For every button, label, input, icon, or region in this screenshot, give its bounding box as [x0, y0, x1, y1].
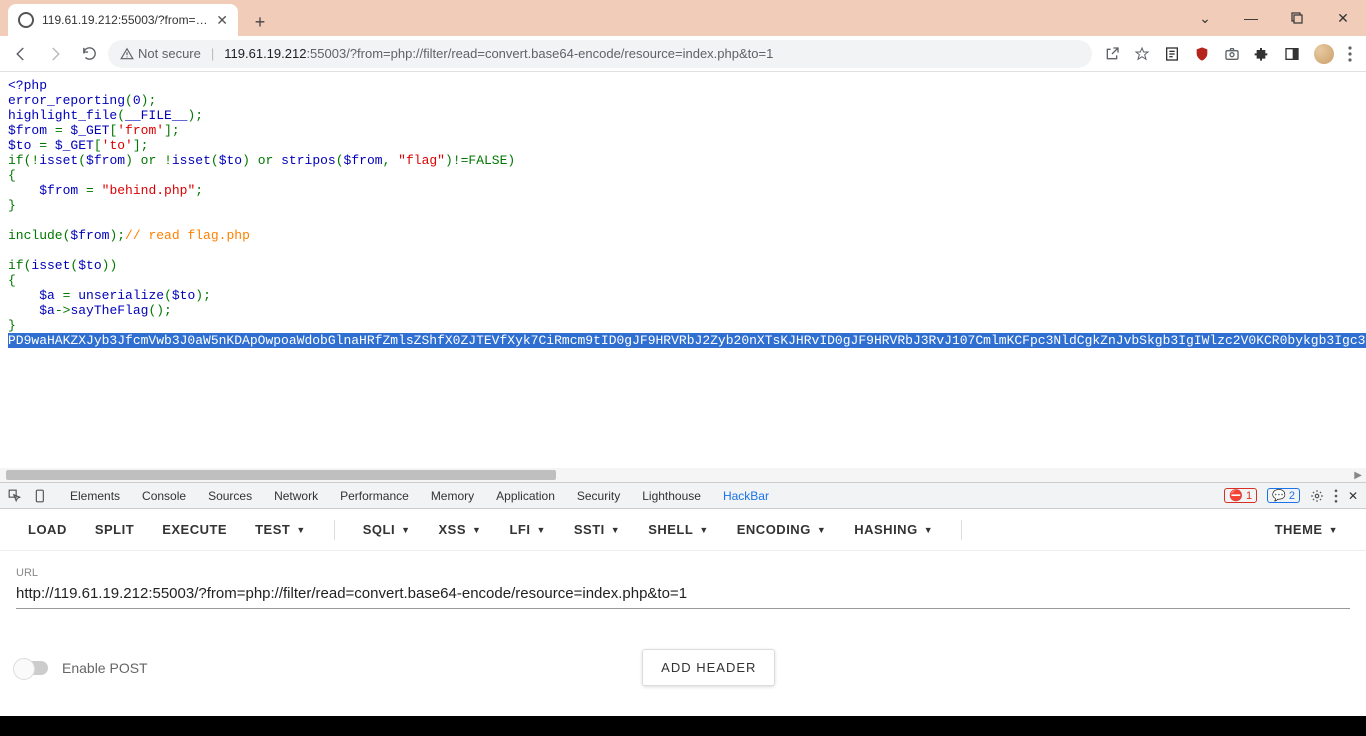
back-button[interactable] — [6, 39, 36, 69]
devtools-tab-lighthouse[interactable]: Lighthouse — [642, 489, 701, 503]
scrollbar-thumb[interactable] — [6, 470, 556, 480]
devtools-tab-application[interactable]: Application — [496, 489, 555, 503]
reader-icon[interactable] — [1164, 46, 1180, 62]
chevron-down-icon: ▼ — [536, 525, 545, 535]
menu-icon[interactable] — [1348, 46, 1352, 62]
forward-button[interactable] — [40, 39, 70, 69]
tab-title: 119.61.19.212:55003/?from=php — [42, 13, 208, 27]
kebab-icon[interactable] — [1334, 489, 1338, 503]
chevron-down-icon: ▼ — [401, 525, 410, 535]
hackbar-load-button[interactable]: LOAD — [28, 522, 67, 537]
chevron-down-icon: ▼ — [472, 525, 481, 535]
hackbar-hashing-button[interactable]: HASHING▼ — [854, 522, 933, 537]
devtools-tab-elements[interactable]: Elements — [70, 489, 120, 503]
globe-icon — [18, 12, 34, 28]
hackbar-lfi-button[interactable]: LFI▼ — [509, 522, 545, 537]
add-header-container: ADD HEADER — [642, 649, 775, 686]
browser-tab[interactable]: 119.61.19.212:55003/?from=php ✕ — [8, 4, 238, 36]
chevron-down-icon: ▼ — [699, 525, 708, 535]
url-input[interactable] — [16, 579, 1350, 609]
devtools-tab-memory[interactable]: Memory — [431, 489, 474, 503]
inspect-icon[interactable] — [8, 489, 22, 503]
window-minimize-button[interactable]: — — [1228, 0, 1274, 36]
devtools-tab-security[interactable]: Security — [577, 489, 620, 503]
warning-icon — [120, 47, 134, 61]
extension-icons — [1096, 44, 1360, 64]
chevron-down-icon: ▼ — [924, 525, 933, 535]
device-icon[interactable] — [34, 489, 48, 503]
hackbar-encoding-button[interactable]: ENCODING▼ — [737, 522, 826, 537]
chevron-down-icon: ▼ — [817, 525, 826, 535]
devtools-tab-network[interactable]: Network — [274, 489, 318, 503]
window-controls: ⌄ — ✕ — [1182, 0, 1366, 36]
devtools-tab-console[interactable]: Console — [142, 489, 186, 503]
gear-icon[interactable] — [1310, 489, 1324, 503]
hackbar-xss-button[interactable]: XSS▼ — [439, 522, 482, 537]
window-close-button[interactable]: ✕ — [1320, 0, 1366, 36]
add-header-button[interactable]: ADD HEADER — [642, 649, 775, 686]
chevron-down-icon: ▼ — [611, 525, 620, 535]
address-bar[interactable]: Not secure | 119.61.19.212:55003/?from=p… — [108, 40, 1092, 68]
info-badge[interactable]: 💬2 — [1267, 488, 1300, 503]
php-source: <?php error_reporting(0); highlight_file… — [0, 72, 1366, 354]
not-secure-warning: Not secure — [120, 46, 201, 61]
scrollbar-arrow-icon[interactable]: ▶ — [1354, 470, 1362, 481]
close-icon[interactable]: ✕ — [216, 12, 228, 29]
horizontal-scrollbar[interactable]: ▶ — [0, 468, 1366, 482]
devtools-tabs: Elements Console Sources Network Performance… — [0, 483, 1366, 509]
separator: | — [211, 46, 214, 61]
enable-post-label: Enable POST — [62, 660, 148, 676]
theme-dropdown[interactable]: THEME▼ — [1275, 522, 1338, 537]
hackbar-ssti-button[interactable]: SSTI▼ — [574, 522, 620, 537]
side-panel-icon[interactable] — [1284, 46, 1300, 62]
url-label: URL — [16, 567, 1350, 579]
divider — [334, 520, 335, 540]
devtools-panel: Elements Console Sources Network Performance… — [0, 482, 1366, 696]
close-icon[interactable]: ✕ — [1348, 489, 1358, 503]
chevron-down-icon[interactable]: ⌄ — [1182, 0, 1228, 36]
hackbar-toolbar: LOAD SPLIT EXECUTE TEST▼ SQLI▼ XSS▼ LFI▼ SSTI▼ S… — [0, 509, 1366, 551]
hackbar-execute-button[interactable]: EXECUTE — [162, 522, 227, 537]
hackbar-body: URL Enable POST ADD HEADER — [0, 551, 1366, 696]
chevron-down-icon: ▼ — [296, 525, 305, 535]
window-maximize-button[interactable] — [1274, 0, 1320, 36]
camera-icon[interactable] — [1224, 46, 1240, 62]
profile-avatar[interactable] — [1314, 44, 1334, 64]
hackbar-sqli-button[interactable]: SQLI▼ — [363, 522, 411, 537]
hackbar-split-button[interactable]: SPLIT — [95, 522, 134, 537]
not-secure-text: Not secure — [138, 46, 201, 61]
devtools-tab-performance[interactable]: Performance — [340, 489, 409, 503]
url-text: 119.61.19.212:55003/?from=php://filter/r… — [224, 46, 773, 61]
reload-button[interactable] — [74, 39, 104, 69]
new-tab-button[interactable]: + — [246, 8, 274, 36]
devtools-tab-sources[interactable]: Sources — [208, 489, 252, 503]
taskbar — [0, 716, 1366, 736]
enable-post-toggle[interactable] — [16, 661, 48, 675]
page-content: <?php error_reporting(0); highlight_file… — [0, 72, 1366, 468]
browser-toolbar: Not secure | 119.61.19.212:55003/?from=p… — [0, 36, 1366, 72]
star-icon[interactable] — [1134, 46, 1150, 62]
share-icon[interactable] — [1104, 46, 1120, 62]
error-badge[interactable]: ⛔1 — [1224, 488, 1257, 503]
divider — [961, 520, 962, 540]
shield-icon[interactable] — [1194, 46, 1210, 62]
extensions-icon[interactable] — [1254, 46, 1270, 62]
window-titlebar: 119.61.19.212:55003/?from=php ✕ + ⌄ — ✕ — [0, 0, 1366, 36]
devtools-tab-hackbar[interactable]: HackBar — [723, 489, 769, 503]
hackbar-test-button[interactable]: TEST▼ — [255, 522, 306, 537]
hackbar-shell-button[interactable]: SHELL▼ — [648, 522, 709, 537]
selected-base64-output: PD9waHAKZXJyb3JfcmVwb3J0aW5nKDApOwpoaWdo… — [8, 333, 1366, 348]
